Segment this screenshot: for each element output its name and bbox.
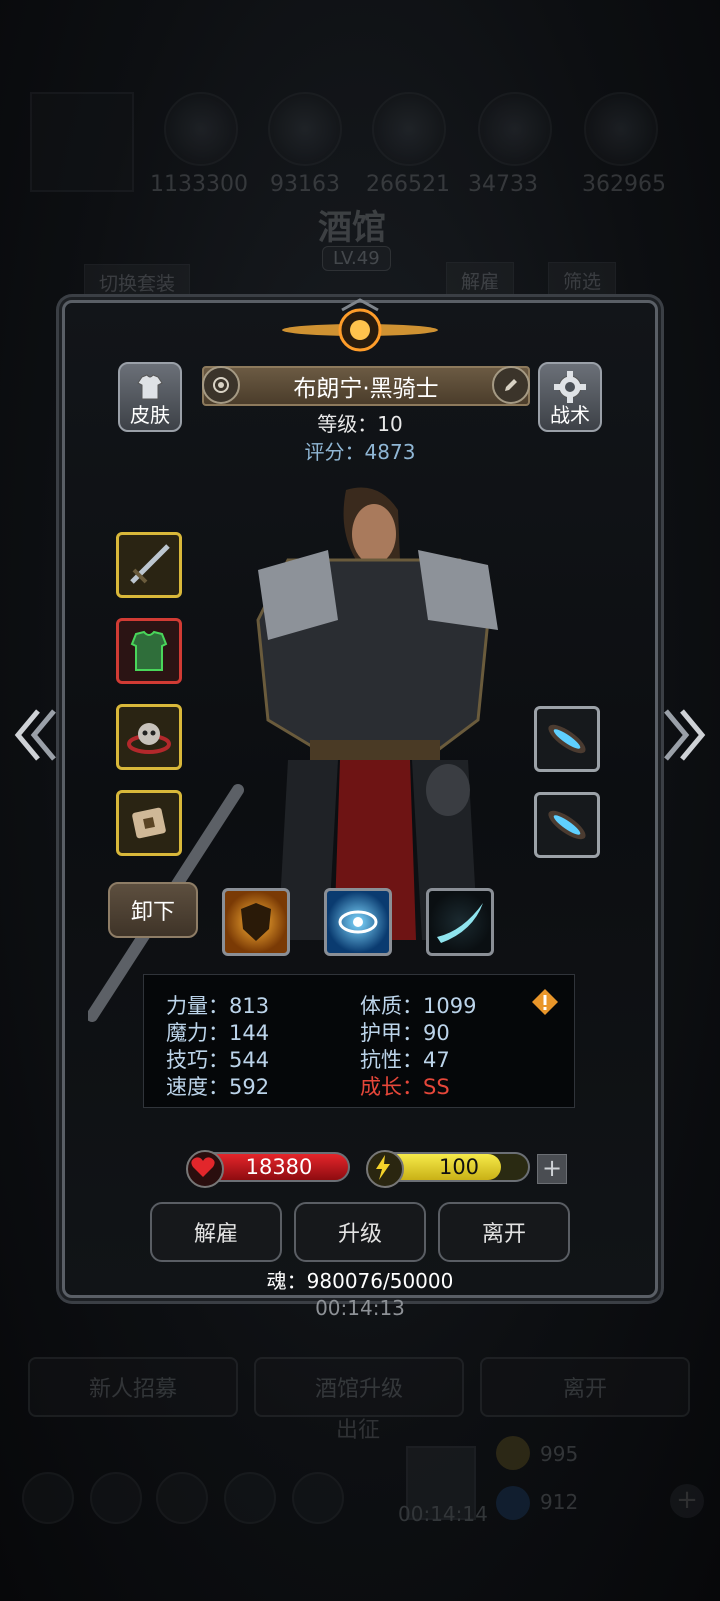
- filter-tab[interactable]: 筛选: [548, 262, 617, 299]
- skill-slot[interactable]: [426, 888, 494, 956]
- hero-level: 等级：10: [317, 412, 403, 436]
- energy-value: 100: [438, 1155, 480, 1179]
- stat-resistance: 抗性：47: [360, 1048, 450, 1072]
- scroll-slot[interactable]: [116, 790, 182, 856]
- sword-icon: [130, 544, 170, 584]
- add-icon[interactable]: +: [670, 1484, 704, 1518]
- edit-name-icon[interactable]: [492, 366, 530, 404]
- leave-button[interactable]: 离开: [438, 1202, 570, 1262]
- stat-growth: 成长：SS: [360, 1075, 450, 1099]
- scroll-icon: [132, 807, 166, 839]
- dismiss-label: 解雇: [193, 1222, 238, 1247]
- expedition-label: 出征: [336, 1418, 381, 1443]
- dock-icon[interactable]: [156, 1472, 208, 1524]
- tavern-title: 酒馆: [318, 208, 386, 248]
- chevron-right-icon: [664, 709, 706, 761]
- rune-slot[interactable]: [534, 706, 600, 772]
- lightning-icon: [366, 1150, 404, 1188]
- next-hero-arrow[interactable]: [660, 700, 710, 770]
- weapon-slot[interactable]: [116, 532, 182, 598]
- unequip-label: 卸下: [130, 900, 175, 925]
- resource-icon: [372, 92, 446, 166]
- resource-count: 1133300: [150, 172, 248, 197]
- eye-skill-icon: [338, 910, 378, 934]
- heart-icon: [186, 1150, 224, 1188]
- armor-slot[interactable]: [116, 618, 182, 684]
- stat-strength: 力量：813: [166, 994, 270, 1018]
- medal-icon[interactable]: [202, 366, 240, 404]
- resource-icon: [268, 92, 342, 166]
- rune-slot[interactable]: [534, 792, 600, 858]
- hero-name: 布朗宁·黑骑士: [293, 376, 439, 402]
- upgrade-button[interactable]: 升级: [294, 1202, 426, 1262]
- dock-icon[interactable]: [292, 1472, 344, 1524]
- resource-icon: [478, 92, 552, 166]
- dock-timer: 00:14:14: [398, 1502, 488, 1526]
- resource-count: 362965: [582, 172, 666, 197]
- dismiss-tab[interactable]: 解雇: [446, 262, 515, 299]
- hero-score: 评分：4873: [304, 440, 416, 464]
- soul-counter: 魂：980076/50000: [266, 1269, 454, 1293]
- gem-count: 912: [540, 1490, 579, 1514]
- stat-skill: 技巧：544: [166, 1048, 270, 1072]
- dock-icon[interactable]: [224, 1472, 276, 1524]
- armor-icon: [130, 630, 168, 671]
- slash-skill-icon: [437, 903, 483, 943]
- shield-skill-icon: [241, 903, 271, 941]
- accessory-slot[interactable]: [116, 704, 182, 770]
- skull-ring-icon: [127, 723, 171, 754]
- warning-icon[interactable]: [530, 987, 560, 1017]
- gem-icon: [496, 1486, 530, 1520]
- gold-count: 995: [540, 1442, 579, 1466]
- dock-icon[interactable]: [22, 1472, 74, 1524]
- add-energy-button[interactable]: +: [537, 1154, 567, 1184]
- tavern-leave-button[interactable]: 离开: [480, 1357, 690, 1417]
- gear-icon: [554, 371, 586, 403]
- stat-magic: 魔力：144: [166, 1021, 270, 1045]
- upgrade-label: 升级: [337, 1222, 382, 1247]
- resource-count: 34733: [468, 172, 538, 197]
- tavern-timer: 00:14:13: [315, 1296, 405, 1320]
- gold-icon: [496, 1436, 530, 1470]
- hp-value: 18380: [245, 1155, 313, 1179]
- resource-count: 93163: [270, 172, 340, 197]
- previous-hero-arrow[interactable]: [10, 700, 60, 770]
- recruit-button[interactable]: 新人招募: [28, 1357, 238, 1417]
- rune-feather-icon: [548, 810, 586, 840]
- hero-portrait-frame: [30, 92, 134, 192]
- stat-constitution: 体质：1099: [360, 994, 477, 1018]
- hero-name-plate: 布朗宁·黑骑士: [202, 366, 530, 406]
- skill-slot[interactable]: [222, 888, 290, 956]
- unequip-button[interactable]: 卸下: [108, 882, 198, 938]
- tavern-level-badge: LV.49: [322, 246, 391, 271]
- skill-slot[interactable]: [324, 888, 392, 956]
- stat-speed: 速度：592: [166, 1075, 270, 1099]
- dock-icon[interactable]: [90, 1472, 142, 1524]
- sun-ornament-icon: [282, 298, 438, 352]
- tavern-upgrade-button[interactable]: 酒馆升级: [254, 1357, 464, 1417]
- resource-count: 266521: [366, 172, 450, 197]
- dismiss-button[interactable]: 解雇: [150, 1202, 282, 1262]
- leave-label: 离开: [481, 1222, 526, 1247]
- rune-feather-icon: [548, 724, 586, 754]
- resource-icon: [584, 92, 658, 166]
- resource-icon: [164, 92, 238, 166]
- chevron-left-icon: [14, 709, 56, 761]
- stat-armor: 护甲：90: [360, 1021, 450, 1045]
- switch-outfit-tab[interactable]: 切换套装: [84, 264, 191, 301]
- shirt-icon: [137, 374, 163, 400]
